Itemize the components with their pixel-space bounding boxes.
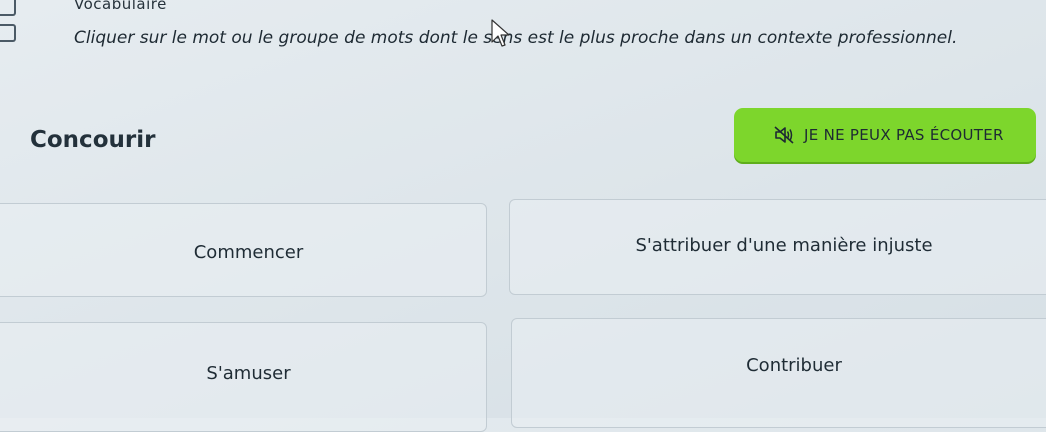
sidebar-toggle-icon[interactable] [0,0,18,42]
choice-contribuer[interactable]: Contribuer [511,318,1046,428]
choice-label: S'attribuer d'une manière injuste [635,234,933,256]
choice-sattribuer[interactable]: S'attribuer d'une manière injuste [509,199,1046,295]
choice-samuser[interactable]: S'amuser [0,322,487,432]
choice-label: Commencer [193,241,304,263]
cannot-listen-button[interactable]: JE NE PEUX PAS ÉCOUTER [734,108,1036,162]
mouse-cursor-icon [491,19,510,47]
choice-label: S'amuser [206,362,291,384]
choice-commencer[interactable]: Commencer [0,203,487,297]
target-word: Concourir [30,127,156,153]
instructions-text: Cliquer sur le mot ou le groupe de mots … [74,28,958,48]
cannot-listen-label: JE NE PEUX PAS ÉCOUTER [804,126,1004,144]
choice-label: Contribuer [746,354,842,376]
section-title: Vocabulaire [74,0,167,13]
speaker-muted-icon [774,126,794,144]
